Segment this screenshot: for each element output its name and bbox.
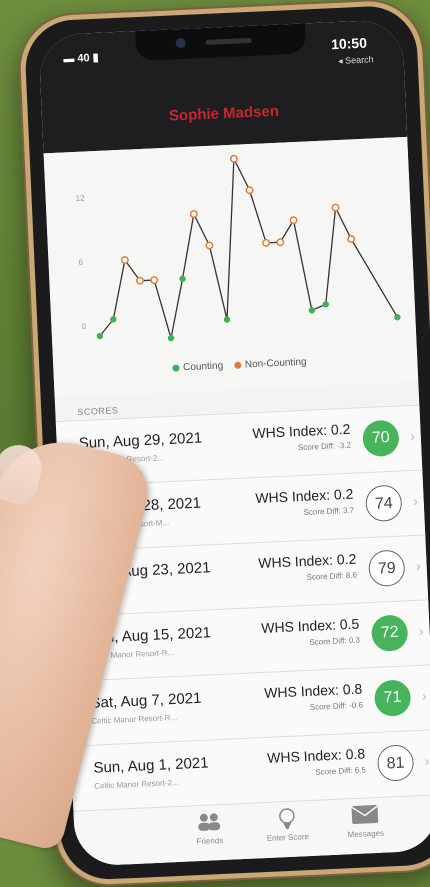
round-date: Sun, Aug 1, 2021 <box>93 754 209 777</box>
score-badge: 74 <box>364 484 403 523</box>
tab-enter-score[interactable]: Enter Score <box>252 806 323 843</box>
friends-icon <box>174 810 245 835</box>
legend-noncounting-label: Non-Counting <box>244 356 307 371</box>
whs-index: WHS Index: 0.2 <box>257 550 357 572</box>
round-course: Celtic Manor Resort-R... <box>91 712 178 726</box>
signal-icon: ▮ <box>92 51 99 65</box>
legend-counting-label: Counting <box>182 360 224 374</box>
score-differential: Score Diff: 8.6 <box>306 570 358 582</box>
chevron-right-icon: › <box>418 622 424 639</box>
noncounting-point[interactable] <box>205 241 214 250</box>
counting-point[interactable] <box>308 307 316 314</box>
counting-point[interactable] <box>322 301 329 308</box>
tab-label: Friends <box>196 835 224 847</box>
camera-icon <box>175 37 186 49</box>
chevron-right-icon: › <box>409 427 416 445</box>
y-tick-label: 0 <box>81 322 86 331</box>
tab-messages[interactable]: Messages <box>329 803 400 840</box>
score-badge: 72 <box>370 614 409 652</box>
counting-legend-dot <box>172 364 180 372</box>
phone-screen: ▬ 40 ▮ 10:50 ◂ Search Sophie Madsen 0 6 12… <box>38 18 430 867</box>
page-title: Sophie Madsen <box>168 102 280 125</box>
status-battery-signal: ▬ 40 ▮ <box>63 51 99 66</box>
noncounting-point[interactable] <box>289 216 298 225</box>
noncounting-point[interactable] <box>136 276 144 285</box>
tab-friends[interactable]: Friends <box>174 810 245 847</box>
chevron-right-icon: › <box>421 687 427 704</box>
score-differential: Score Diff: 0.3 <box>309 635 361 647</box>
score-differential: Score Diff: 6.5 <box>315 765 367 777</box>
score-differential: Score Diff: -3.2 <box>297 440 352 453</box>
chart-svg: 0 6 12 <box>75 154 401 342</box>
y-tick-label: 6 <box>78 258 83 267</box>
whs-index: WHS Index: 0.5 <box>260 615 360 636</box>
whs-index: WHS Index: 0.8 <box>266 745 366 766</box>
noncounting-legend-dot <box>233 361 242 369</box>
tab-label: Enter Score <box>266 832 310 843</box>
noncounting-point[interactable] <box>347 235 356 243</box>
noncounting-point[interactable] <box>150 276 159 285</box>
status-and-nav-bar: ▬ 40 ▮ 10:50 ◂ Search Sophie Madsen <box>38 18 408 154</box>
signal-label: 40 <box>77 52 90 65</box>
score-badge: 81 <box>376 744 415 782</box>
noncounting-point[interactable] <box>245 186 254 195</box>
score-diff-line <box>99 158 398 339</box>
back-to-search-link[interactable]: ◂ Search <box>338 54 374 67</box>
y-tick-label: 12 <box>75 194 85 203</box>
round-course: Celtic Manor Resort-2... <box>94 777 179 791</box>
noncounting-point[interactable] <box>276 238 285 247</box>
whs-index: WHS Index: 0.2 <box>252 420 351 442</box>
chevron-right-icon: › <box>424 752 430 769</box>
scores-section-header: SCORES <box>77 405 119 418</box>
score-history-chart: 0 6 12 Counting Non-Counting <box>43 136 419 399</box>
counting-point[interactable] <box>167 334 175 342</box>
counting-point[interactable] <box>179 275 186 282</box>
score-badge: 79 <box>367 549 406 588</box>
camera-notch <box>135 23 307 62</box>
golf-ball-tee-icon <box>252 806 323 831</box>
counting-point[interactable] <box>223 316 231 323</box>
score-differential: Score Diff: -0.6 <box>309 700 364 712</box>
score-badge: 71 <box>373 679 412 717</box>
whs-index: WHS Index: 0.2 <box>255 485 354 507</box>
chevron-right-icon: › <box>415 557 422 574</box>
chevron-right-icon: › <box>412 492 419 509</box>
envelope-icon <box>329 803 400 828</box>
status-time: 10:50 <box>330 34 368 53</box>
counting-point[interactable] <box>394 313 401 321</box>
noncounting-point[interactable] <box>262 238 271 247</box>
noncounting-point[interactable] <box>120 256 129 264</box>
score-badge: 70 <box>362 419 400 458</box>
score-differential: Score Diff: 3.7 <box>303 505 355 517</box>
noncounting-point[interactable] <box>189 210 198 219</box>
noncounting-point[interactable] <box>331 203 340 212</box>
whs-index: WHS Index: 0.8 <box>263 680 363 701</box>
noncounting-point[interactable] <box>229 154 238 163</box>
battery-icon: ▬ <box>63 52 75 66</box>
speaker-grille <box>205 37 252 45</box>
tab-label: Messages <box>347 828 385 840</box>
round-date: Sat, Aug 7, 2021 <box>90 689 202 712</box>
